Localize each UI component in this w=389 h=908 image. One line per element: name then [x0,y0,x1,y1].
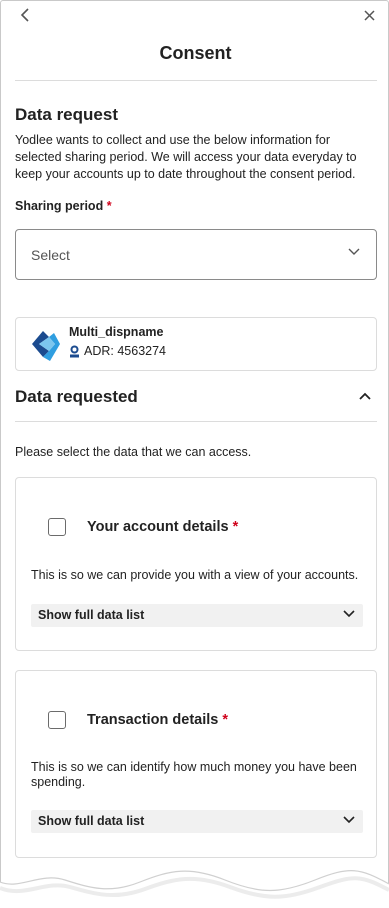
header: Consent [1,1,389,81]
transaction-details-description: This is so we can identify how much mone… [31,760,357,789]
required-marker: * [106,199,112,213]
transaction-details-title: Transaction details * [87,712,228,728]
show-list-label: Show full data list [38,814,145,828]
sharing-period-placeholder: Select [31,247,70,263]
recipient-adr-row: ADR: 4563274 [69,344,166,358]
chevron-down-icon [348,248,360,255]
sharing-period-label: Sharing period * [15,199,112,213]
chevron-left-icon [20,8,29,22]
collapse-data-requested-button[interactable] [358,389,372,403]
back-button[interactable] [15,5,35,25]
sharing-period-select[interactable]: Select [15,229,377,280]
data-requested-instruction: Please select the data that we can acces… [15,445,252,459]
data-requested-heading: Data requested [15,387,138,406]
torn-edge-divider [0,870,389,908]
recipient-name: Multi_dispname [69,325,164,339]
chevron-up-icon [359,392,371,400]
cdr-badge-icon [70,345,79,357]
required-marker: * [232,519,239,535]
data-recipient-card: Multi_dispname ADR: 4563274 [15,317,377,371]
transaction-details-title-text: Transaction details [87,712,219,728]
header-divider [15,80,377,81]
data-request-description: Yodlee wants to collect and use the belo… [15,133,357,181]
account-details-title: Your account details * [87,519,238,535]
account-details-checkbox[interactable] [48,518,66,536]
recipient-logo [25,326,61,362]
required-marker: * [222,712,229,728]
data-requested-divider [15,421,377,422]
account-details-card: Your account details * This is so we can… [15,477,377,651]
close-icon [363,9,375,21]
consent-panel: Consent Data request Yodlee wants to col… [0,0,389,908]
data-request-heading: Data request [15,105,118,124]
page-title: Consent [159,43,232,63]
account-details-title-text: Your account details [87,519,229,535]
transaction-details-checkbox[interactable] [48,711,66,729]
account-details-description: This is so we can provide you with a vie… [31,568,359,582]
account-details-show-list-button[interactable]: Show full data list [31,604,363,627]
chevron-down-icon [343,816,355,824]
close-button[interactable] [360,6,378,24]
transaction-details-show-list-button[interactable]: Show full data list [31,810,363,833]
sharing-period-label-text: Sharing period [15,199,104,213]
chevron-down-icon [343,610,355,618]
transaction-details-card: Transaction details * This is so we can … [15,670,377,858]
recipient-adr: ADR: 4563274 [84,344,167,358]
show-list-label: Show full data list [38,608,145,622]
